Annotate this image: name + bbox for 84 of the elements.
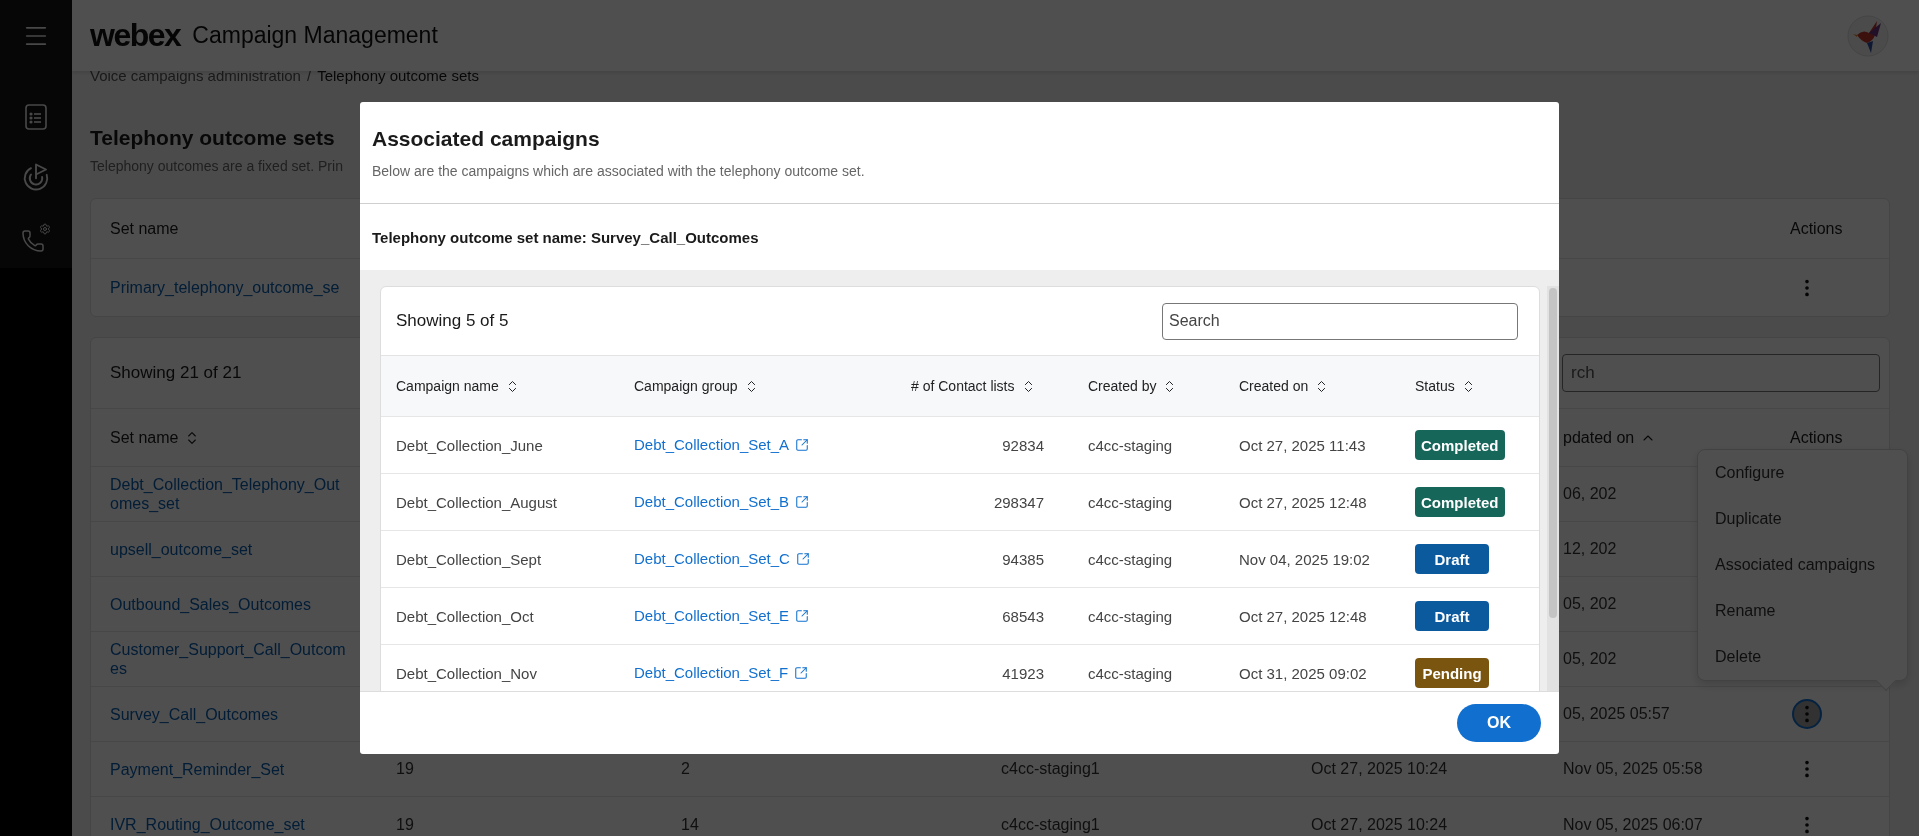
table-cell: 14 <box>681 815 699 834</box>
external-link-icon[interactable] <box>795 608 810 623</box>
table-cell-text: Oct 27, 2025 12:48 <box>1239 493 1368 511</box>
table-cell-text: Debt_Collection_Oct <box>396 607 535 625</box>
status-badge: Draft <box>1415 544 1489 574</box>
table-cell: 19 <box>396 760 414 778</box>
table-cell-text: Oct 31, 2025 09:02 <box>1239 664 1368 682</box>
column-header[interactable]: Created on <box>1239 378 1415 394</box>
external-link-icon[interactable] <box>795 551 810 566</box>
menu-item[interactable]: Associated campaigns <box>1698 542 1907 588</box>
table-cell-text: c4cc-staging <box>1088 664 1174 682</box>
table-cell: 2 <box>681 760 690 778</box>
column-header[interactable]: # of Contact lists <box>911 378 1088 394</box>
updated-on-cell: 06, 202 <box>1563 485 1617 503</box>
campaign-group-link[interactable]: Debt_Collection_Set_B <box>634 493 810 510</box>
status-badge: Pending <box>1415 658 1489 688</box>
menu-item[interactable]: Rename <box>1698 588 1907 634</box>
logo: webex <box>90 17 181 54</box>
column-header[interactable]: Set name <box>110 428 396 447</box>
table-cell: c4cc-staging1 <box>1001 760 1100 778</box>
campaign-group-link[interactable]: Debt_Collection_Set_E <box>634 607 810 624</box>
set-name-link[interactable]: IVR_Routing_Outcome_set <box>110 815 396 834</box>
table-cell-text: Debt_Collection_June <box>396 436 544 454</box>
updated-on-cell: Nov 05, 2025 05:58 <box>1563 760 1703 778</box>
table-cell-text: Debt_Collection_August <box>396 493 558 511</box>
table-cell: Oct 27, 2025 10:24 <box>1311 760 1448 778</box>
table-cell-text: 68543 <box>1001 607 1045 625</box>
table-cell-text: 94385 <box>1001 550 1045 568</box>
page-title: Telephony outcome sets <box>90 126 335 150</box>
table-cell-text: 298347 <box>992 493 1045 511</box>
dialog-title: Associated campaigns <box>372 126 601 151</box>
outcome-set-name: Telephony outcome set name: Survey_Call_Outcomes <box>371 227 760 248</box>
table-cell-text: c4cc-staging <box>1088 493 1174 511</box>
table-cell: c4cc-staging1 <box>1001 815 1100 834</box>
table-cell-text: Oct 27, 2025 11:43 <box>1239 436 1367 454</box>
column-header[interactable]: Campaign group <box>634 378 911 394</box>
breadcrumb-item: Telephony outcome sets <box>317 68 479 84</box>
campaign-group-link[interactable]: Debt_Collection_Set_A <box>634 436 810 453</box>
menu-item[interactable]: Duplicate <box>1698 496 1907 542</box>
external-link-icon[interactable] <box>795 437 810 452</box>
external-link-icon[interactable] <box>795 494 810 509</box>
updated-on-cell: 05, 202 <box>1563 650 1617 668</box>
set-name-link[interactable]: Payment_Reminder_Set <box>110 759 396 779</box>
result-count: Showing 5 of 5 <box>396 311 509 331</box>
table-cell-text: c4cc-staging <box>1088 607 1174 625</box>
table-cell-text: Debt_Collection_Nov <box>396 664 538 682</box>
status-badge: Draft <box>1415 601 1489 631</box>
phone-gear-icon[interactable] <box>21 222 51 253</box>
menu-item[interactable]: Delete <box>1698 634 1907 680</box>
table-cell-text: 41923 <box>1001 664 1045 682</box>
table-cell-text: Debt_Collection_Sept <box>396 550 543 568</box>
column-header[interactable]: pdated on <box>1563 428 1790 447</box>
target-icon[interactable] <box>21 162 51 193</box>
column-header[interactable]: Created by <box>1088 378 1239 394</box>
table-cell: Oct 27, 2025 10:24 <box>1311 815 1448 834</box>
avatar[interactable] <box>1847 14 1889 57</box>
updated-on-cell: Nov 05, 2025 06:07 <box>1563 815 1703 834</box>
campaign-group-link[interactable]: Debt_Collection_Set_F <box>634 664 809 681</box>
scrollbar[interactable] <box>1547 286 1559 691</box>
table-cell-text: 92834 <box>1001 436 1045 454</box>
menu-item[interactable]: Configure <box>1698 450 1907 496</box>
dialog-description: Below are the campaigns which are associated with the telephony outcome set. <box>372 162 866 179</box>
column-header: Actions <box>1790 219 1844 238</box>
external-link-icon[interactable] <box>794 665 809 680</box>
table-cell: 19 <box>396 815 414 834</box>
campaign-group-link[interactable]: Debt_Collection_Set_C <box>634 550 810 567</box>
column-header: Actions <box>1790 428 1844 447</box>
updated-on-cell: 12, 202 <box>1563 540 1617 558</box>
status-badge: Completed <box>1415 430 1505 460</box>
table-cell-text: Nov 04, 2025 19:02 <box>1239 550 1371 568</box>
table-cell-text: c4cc-staging <box>1088 436 1174 454</box>
column-header[interactable]: Campaign name <box>396 378 634 394</box>
ok-button[interactable]: OK <box>1457 704 1541 742</box>
table-cell-text: Oct 27, 2025 12:48 <box>1239 607 1368 625</box>
app-name: Campaign Management <box>192 22 439 49</box>
status-badge: Completed <box>1415 487 1505 517</box>
column-header[interactable]: Status <box>1415 378 1539 394</box>
result-count: Showing 21 of 21 <box>110 363 242 383</box>
search-field[interactable]: Search <box>1162 302 1518 340</box>
updated-on-cell: 05, 2025 05:57 <box>1563 705 1670 723</box>
column-header: Set name <box>110 219 180 238</box>
updated-on-cell: 05, 202 <box>1563 595 1617 613</box>
list-icon[interactable] <box>25 103 47 130</box>
table-cell-text: c4cc-staging <box>1088 550 1174 568</box>
